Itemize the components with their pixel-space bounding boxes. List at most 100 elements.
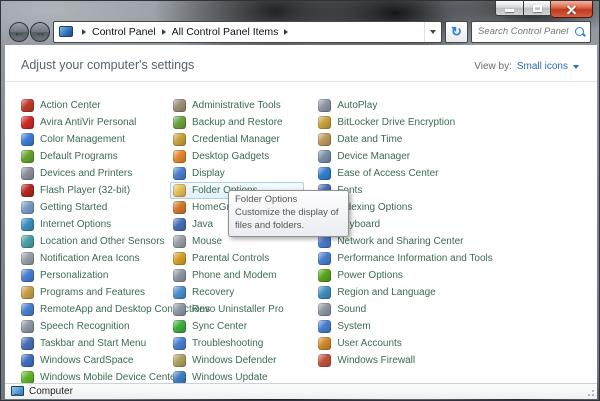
control-panel-item[interactable]: Speech Recognition — [21, 318, 173, 335]
control-panel-item[interactable]: Default Programs — [21, 148, 173, 165]
control-panel-item[interactable]: Credential Manager — [173, 131, 318, 148]
control-panel-item-label: Performance Information and Tools — [337, 253, 492, 264]
forward-button[interactable]: → — [30, 22, 50, 42]
search-box[interactable] — [471, 21, 591, 43]
control-panel-item-label: Sound — [337, 304, 366, 315]
items-column: Action Center Avira AntiVir PersonalColor… — [21, 97, 173, 383]
personalization-palette-icon — [21, 269, 34, 282]
control-panel-item-label: AutoPlay — [337, 100, 377, 111]
control-panel-item[interactable]: System — [318, 318, 597, 335]
folder-icon — [173, 184, 186, 197]
resize-grip[interactable] — [586, 388, 595, 397]
control-panel-item-label: Credential Manager — [192, 134, 280, 145]
control-panel-item[interactable]: Personalization — [21, 267, 173, 284]
address-dropdown-button[interactable] — [424, 22, 441, 42]
control-panel-item[interactable]: Windows Update — [173, 369, 318, 383]
cardspace-card-icon — [21, 354, 34, 367]
control-panel-item[interactable]: Programs and Features — [21, 284, 173, 301]
troubleshoot-wrench-icon — [173, 337, 186, 350]
programs-box-icon — [21, 286, 34, 299]
location-sensor-icon — [21, 235, 34, 248]
internet-globe-icon — [21, 218, 34, 231]
control-panel-item[interactable]: Recovery — [173, 284, 318, 301]
control-panel-item-label: Desktop Gadgets — [192, 151, 269, 162]
control-panel-item[interactable]: Ease of Access Center — [318, 165, 597, 182]
address-bar[interactable]: Control Panel All Control Panel Items — [53, 21, 442, 43]
breadcrumb-all-items[interactable]: All Control Panel Items — [172, 26, 279, 38]
control-panel-item[interactable]: Color Management — [21, 131, 173, 148]
back-button[interactable]: ← — [9, 22, 29, 42]
maximize-button[interactable] — [524, 1, 551, 16]
control-panel-item[interactable]: Network and Sharing Center — [318, 233, 597, 250]
control-panel-item[interactable]: Internet Options — [21, 216, 173, 233]
calendar-clock-icon — [318, 133, 331, 146]
breadcrumb-separator-icon — [284, 29, 288, 35]
search-input[interactable] — [478, 26, 574, 37]
control-panel-item-label: Power Options — [337, 270, 403, 281]
display-monitor-icon — [173, 167, 186, 180]
refresh-button[interactable]: ↻ — [445, 21, 468, 43]
control-panel-item[interactable]: Indexing Options — [318, 199, 597, 216]
control-panel-item[interactable]: User Accounts — [318, 335, 597, 352]
control-panel-item[interactable]: Desktop Gadgets — [173, 148, 318, 165]
content-header: Adjust your computer's settings View by:… — [5, 45, 597, 82]
control-panel-item[interactable]: Sync Center — [173, 318, 318, 335]
control-panel-item-label: Device Manager — [337, 151, 410, 162]
control-panel-item[interactable]: Getting Started — [21, 199, 173, 216]
control-panel-item[interactable]: Date and Time — [318, 131, 597, 148]
credential-safe-icon — [173, 133, 186, 146]
minimize-icon — [505, 9, 514, 12]
ease-of-access-icon — [318, 167, 331, 180]
minimize-button[interactable] — [495, 1, 524, 16]
control-panel-item[interactable]: Windows Mobile Device Center — [21, 369, 173, 383]
control-panel-item[interactable]: Power Options — [318, 267, 597, 284]
control-panel-item[interactable]: Fonts — [318, 182, 597, 199]
chevron-down-icon — [573, 65, 579, 69]
control-panel-item[interactable]: Taskbar and Start Menu — [21, 335, 173, 352]
close-button[interactable] — [551, 1, 593, 18]
view-by-value[interactable]: Small icons — [517, 61, 568, 72]
control-panel-item[interactable]: Parental Controls — [173, 250, 318, 267]
control-panel-item[interactable]: Keyboard — [318, 216, 597, 233]
control-panel-item[interactable]: Avira AntiVir Personal — [21, 114, 173, 131]
control-panel-item[interactable]: RemoteApp and Desktop Connections — [21, 301, 173, 318]
control-panel-item-label: Recovery — [192, 287, 234, 298]
control-panel-item[interactable]: Action Center — [21, 97, 173, 114]
control-panel-item[interactable]: Display — [173, 165, 318, 182]
control-panel-item[interactable]: Windows Defender — [173, 352, 318, 369]
control-panel-item-label: Troubleshooting — [192, 338, 263, 349]
control-panel-item[interactable]: Devices and Printers — [21, 165, 173, 182]
control-panel-item-label: Revo Uninstaller Pro — [192, 304, 284, 315]
control-panel-item-label: Windows Mobile Device Center — [40, 372, 179, 383]
admin-toolbox-icon — [173, 99, 186, 112]
region-globe-icon — [318, 286, 331, 299]
control-panel-item-label: Java — [192, 219, 213, 230]
control-panel-item[interactable]: Phone and Modem — [173, 267, 318, 284]
control-panel-item[interactable]: Notification Area Icons — [21, 250, 173, 267]
defender-fortress-icon — [173, 354, 186, 367]
control-panel-item[interactable]: Administrative Tools — [173, 97, 318, 114]
control-panel-item[interactable]: Device Manager — [318, 148, 597, 165]
view-by-control[interactable]: View by: Small icons — [474, 61, 579, 72]
breadcrumb-control-panel[interactable]: Control Panel — [92, 26, 156, 38]
control-panel-item[interactable]: Location and Other Sensors — [21, 233, 173, 250]
control-panel-item-label: Taskbar and Start Menu — [40, 338, 146, 349]
control-panel-item[interactable]: Backup and Restore — [173, 114, 318, 131]
control-panel-item[interactable]: Windows Firewall — [318, 352, 597, 369]
control-panel-item[interactable]: Region and Language — [318, 284, 597, 301]
control-panel-item[interactable]: Windows CardSpace — [21, 352, 173, 369]
control-panel-item[interactable]: Revo Uninstaller Pro — [173, 301, 318, 318]
control-panel-item-label: User Accounts — [337, 338, 401, 349]
control-panel-item[interactable]: AutoPlay — [318, 97, 597, 114]
control-panel-item-label: Action Center — [40, 100, 101, 111]
control-panel-item[interactable]: Flash Player (32-bit) — [21, 182, 173, 199]
control-panel-item[interactable]: Performance Information and Tools — [318, 250, 597, 267]
control-panel-item-label: Personalization — [40, 270, 108, 281]
device-manager-icon — [318, 150, 331, 163]
control-panel-item-label: Date and Time — [337, 134, 402, 145]
control-panel-item[interactable]: Troubleshooting — [173, 335, 318, 352]
control-panel-item[interactable]: Sound — [318, 301, 597, 318]
control-panel-item[interactable]: BitLocker Drive Encryption — [318, 114, 597, 131]
computer-icon — [11, 386, 24, 397]
phone-icon — [173, 269, 186, 282]
